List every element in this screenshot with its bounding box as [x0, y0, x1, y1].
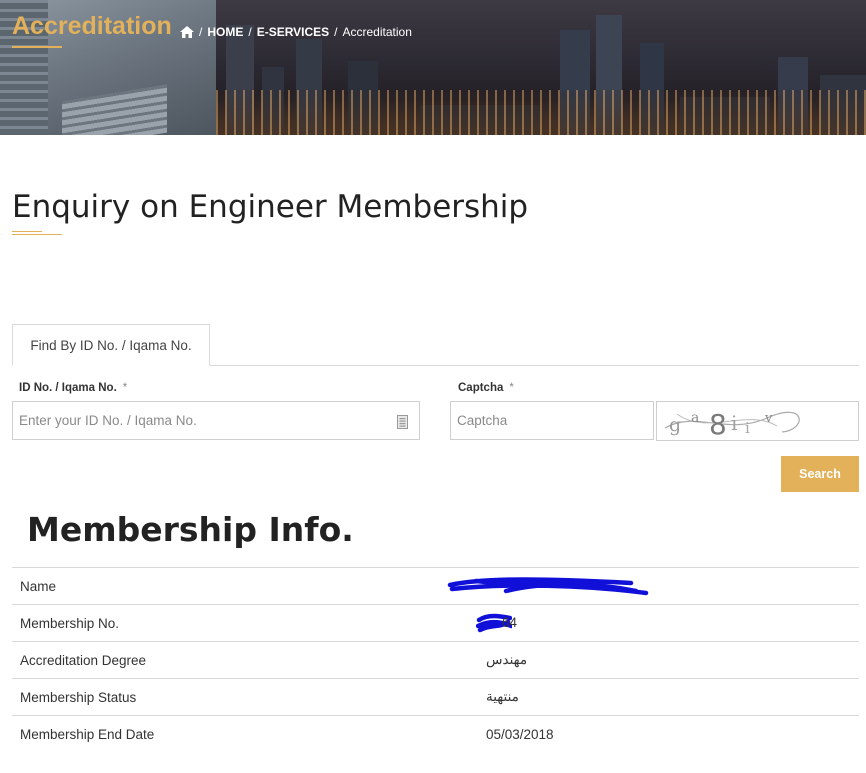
- captcha-image: g a 8 i i v: [656, 401, 859, 441]
- id-card-icon: [397, 415, 408, 429]
- id-field-label-text: ID No. / Iqama No.: [19, 382, 117, 394]
- table-row: Membership No. 64: [12, 604, 859, 642]
- breadcrumb: / HOME / E-SERVICES / Accreditation: [180, 24, 412, 40]
- banner-title: Accreditation: [12, 12, 172, 40]
- table-row: Accreditation Degree مهندس: [12, 641, 859, 679]
- captcha-char: 8: [709, 408, 727, 441]
- captcha-graphic: g a 8 i i v: [664, 408, 800, 441]
- captcha-char: i: [745, 419, 750, 437]
- membership-no-visible-digits: 64: [502, 614, 518, 630]
- table-row: Name: [12, 567, 859, 605]
- breadcrumb-home-link[interactable]: HOME: [207, 25, 243, 39]
- captcha-char: v: [764, 411, 773, 426]
- required-marker: *: [509, 382, 514, 394]
- required-marker: *: [122, 382, 128, 394]
- captcha-field-label: Captcha *: [458, 382, 514, 394]
- breadcrumb-separator: /: [248, 25, 252, 39]
- home-icon[interactable]: [180, 26, 194, 38]
- page-banner: Accreditation / HOME / E-SERVICES / Accr…: [0, 0, 866, 135]
- breadcrumb-separator: /: [334, 25, 338, 39]
- captcha-input[interactable]: [450, 401, 654, 440]
- captcha-char: g: [669, 414, 681, 436]
- captcha-char: a: [691, 410, 699, 426]
- captcha-char: i: [731, 411, 737, 435]
- breadcrumb-separator: /: [199, 25, 203, 39]
- breadcrumb-eservices-link[interactable]: E-SERVICES: [257, 25, 329, 39]
- row-value: مهندس: [486, 652, 528, 667]
- row-label: Name: [20, 578, 57, 594]
- banner-building: [62, 84, 167, 135]
- row-value: منتهية: [486, 689, 519, 704]
- captcha-field-label-text: Captcha: [458, 382, 504, 394]
- id-iqama-input[interactable]: [12, 401, 420, 440]
- table-row: Membership End Date 05/03/2018: [12, 715, 859, 753]
- row-label: Accreditation Degree: [20, 652, 147, 668]
- id-field-label: ID No. / Iqama No. *: [19, 382, 127, 394]
- row-value: 05/03/2018: [486, 726, 554, 742]
- title-underline: [12, 231, 42, 232]
- membership-info-title: Membership Info.: [27, 510, 354, 549]
- membership-info-table: Name Membership No. 64 Accreditation Deg…: [12, 567, 859, 753]
- table-row: Membership Status منتهية: [12, 678, 859, 716]
- row-label: Membership No.: [20, 615, 120, 631]
- breadcrumb-current: Accreditation: [342, 25, 412, 39]
- city-lights: [216, 90, 866, 135]
- tab-find-by-id[interactable]: Find By ID No. / Iqama No.: [12, 324, 210, 366]
- row-value: [447, 568, 859, 605]
- banner-title-underline: [12, 46, 62, 48]
- row-label: Membership End Date: [20, 726, 155, 742]
- page-title: Enquiry on Engineer Membership: [12, 189, 529, 225]
- title-underline: [12, 234, 62, 235]
- search-button[interactable]: Search: [781, 456, 859, 492]
- row-label: Membership Status: [20, 689, 137, 705]
- name-redaction-scribble: [447, 577, 649, 596]
- row-value: 64: [476, 605, 859, 642]
